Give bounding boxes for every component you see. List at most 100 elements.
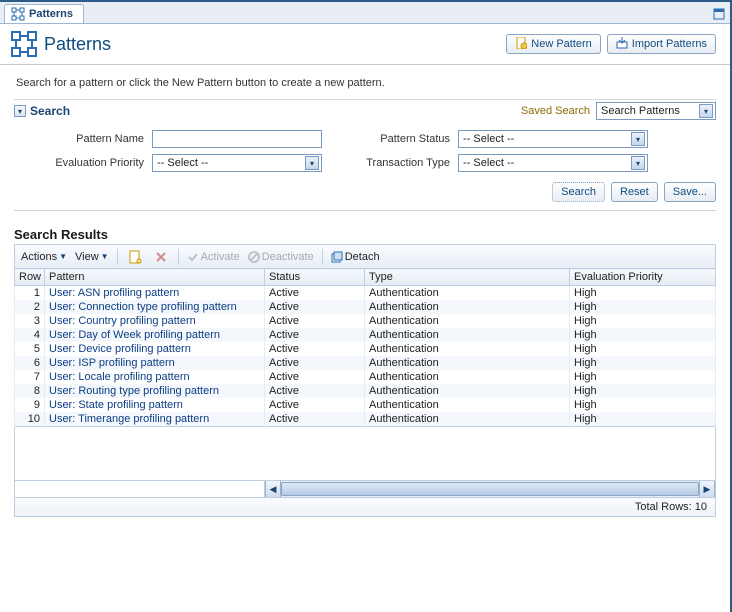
cell-status: Active [265,412,365,427]
pattern-status-value: -- Select -- [463,133,514,145]
cell-pattern: User: Timerange profiling pattern [45,412,265,427]
reset-button-label: Reset [620,186,649,198]
import-patterns-label: Import Patterns [632,38,707,50]
patterns-mini-icon [11,7,25,21]
pattern-link[interactable]: User: ASN profiling pattern [49,287,179,299]
import-patterns-button[interactable]: Import Patterns [607,34,716,54]
reset-button[interactable]: Reset [611,182,658,202]
activate-button: Activate [187,251,240,263]
cell-status: Active [265,398,365,412]
table-row[interactable]: 9User: State profiling patternActiveAuth… [15,398,716,412]
page-header: Patterns New Pattern Import Patterns [0,24,730,65]
col-row[interactable]: Row [15,269,45,286]
evaluation-priority-select[interactable]: -- Select -- ▾ [152,154,322,172]
pattern-link[interactable]: User: Connection type profiling pattern [49,301,237,313]
actions-menu-label: Actions [21,251,57,263]
cell-priority: High [570,356,716,370]
table-row[interactable]: 3User: Country profiling patternActiveAu… [15,314,716,328]
pattern-link[interactable]: User: Device profiling pattern [49,343,191,355]
page-title: Patterns [44,34,111,55]
pattern-name-input[interactable] [152,130,322,148]
instruction-text: Search for a pattern or click the New Pa… [16,77,716,89]
table-row[interactable]: 5User: Device profiling patternActiveAut… [15,342,716,356]
pattern-link[interactable]: User: Day of Week profiling pattern [49,329,220,341]
transaction-type-value: -- Select -- [463,157,514,169]
evaluation-priority-label: Evaluation Priority [14,157,144,169]
transaction-type-select[interactable]: -- Select -- ▾ [458,154,648,172]
cell-row: 6 [15,356,45,370]
pattern-link[interactable]: User: State profiling pattern [49,399,183,411]
search-button[interactable]: Search [552,182,605,202]
maximize-icon[interactable] [712,7,726,21]
new-icon [515,37,527,52]
col-status[interactable]: Status [265,269,365,286]
separator [178,249,179,265]
cell-priority: High [570,314,716,328]
view-menu[interactable]: View▼ [75,251,109,263]
import-icon [616,37,628,52]
cell-type: Authentication [365,412,570,427]
cell-priority: High [570,370,716,384]
table-row[interactable]: 6User: ISP profiling patternActiveAuthen… [15,356,716,370]
pattern-status-select[interactable]: -- Select -- ▾ [458,130,648,148]
pattern-link[interactable]: User: Timerange profiling pattern [49,413,209,425]
cell-status: Active [265,328,365,342]
saved-search-select[interactable]: Search Patterns ▾ [596,102,716,120]
cell-priority: High [570,398,716,412]
results-table: Row Pattern Status Type Evaluation Prior… [14,268,716,427]
table-row[interactable]: 2User: Connection type profiling pattern… [15,300,716,314]
pattern-link[interactable]: User: ISP profiling pattern [49,357,175,369]
scroll-spacer [15,481,265,497]
table-row[interactable]: 1User: ASN profiling patternActiveAuthen… [15,286,716,301]
cell-type: Authentication [365,328,570,342]
saved-search-value: Search Patterns [601,105,680,117]
table-row[interactable]: 10User: Timerange profiling patternActiv… [15,412,716,427]
deactivate-button: Deactivate [248,251,314,263]
create-icon[interactable] [126,248,144,266]
deactivate-label: Deactivate [262,251,314,263]
chevron-down-icon: ▾ [631,132,645,146]
tab-label: Patterns [29,8,73,20]
col-priority[interactable]: Evaluation Priority [570,269,716,286]
patterns-icon [10,30,38,58]
scroll-left-icon[interactable]: ◀ [265,481,281,497]
scroll-thumb[interactable] [281,482,699,496]
search-title: Search [30,104,70,118]
cell-row: 3 [15,314,45,328]
cell-row: 9 [15,398,45,412]
cell-pattern: User: Device profiling pattern [45,342,265,356]
cell-pattern: User: ISP profiling pattern [45,356,265,370]
evaluation-priority-value: -- Select -- [157,157,208,169]
horizontal-scrollbar[interactable]: ◀ ▶ [14,481,716,498]
pattern-link[interactable]: User: Locale profiling pattern [49,371,190,383]
separator [117,249,118,265]
cell-pattern: User: Routing type profiling pattern [45,384,265,398]
cell-status: Active [265,342,365,356]
pattern-link[interactable]: User: Country profiling pattern [49,315,196,327]
table-row[interactable]: 7User: Locale profiling patternActiveAut… [15,370,716,384]
table-row[interactable]: 8User: Routing type profiling patternAct… [15,384,716,398]
col-pattern[interactable]: Pattern [45,269,265,286]
new-pattern-button[interactable]: New Pattern [506,34,601,54]
scroll-track[interactable] [281,481,699,497]
cell-priority: High [570,300,716,314]
actions-menu[interactable]: Actions▼ [21,251,67,263]
cell-status: Active [265,356,365,370]
tab-patterns[interactable]: Patterns [4,4,84,23]
scroll-right-icon[interactable]: ▶ [699,481,715,497]
cell-pattern: User: Connection type profiling pattern [45,300,265,314]
collapse-search-icon[interactable]: ▾ [14,105,26,117]
results-title: Search Results [14,227,716,242]
save-button[interactable]: Save... [664,182,716,202]
cell-type: Authentication [365,384,570,398]
separator [322,249,323,265]
pattern-link[interactable]: User: Routing type profiling pattern [49,385,219,397]
transaction-type-label: Transaction Type [340,157,450,169]
cell-type: Authentication [365,342,570,356]
col-type[interactable]: Type [365,269,570,286]
cell-type: Authentication [365,286,570,301]
detach-button[interactable]: Detach [331,251,380,263]
table-row[interactable]: 4User: Day of Week profiling patternActi… [15,328,716,342]
chevron-down-icon: ▾ [305,156,319,170]
cell-status: Active [265,384,365,398]
